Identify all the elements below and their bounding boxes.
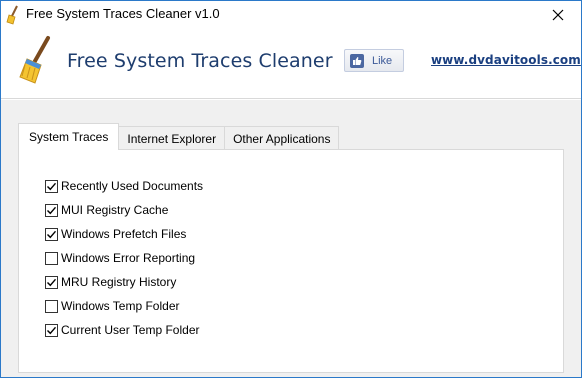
like-button[interactable]: Like xyxy=(344,49,404,72)
close-icon xyxy=(552,9,564,21)
main-area: System Traces Internet Explorer Other Ap… xyxy=(1,100,581,377)
option-label: Windows Temp Folder xyxy=(61,299,180,313)
app-window: Free System Traces Cleaner v1.0 Free Sys… xyxy=(0,0,582,378)
option-windows-prefetch-files[interactable]: Windows Prefetch Files xyxy=(45,226,186,242)
option-mui-registry-cache[interactable]: MUI Registry Cache xyxy=(45,202,168,218)
check-icon xyxy=(47,278,57,286)
tab-bar: System Traces Internet Explorer Other Ap… xyxy=(18,123,340,150)
checkbox[interactable] xyxy=(45,275,58,289)
check-icon xyxy=(47,206,57,214)
tab-system-traces[interactable]: System Traces xyxy=(18,123,120,150)
option-label: MUI Registry Cache xyxy=(61,203,169,217)
tab-other-applications[interactable]: Other Applications xyxy=(224,126,340,150)
app-header: Free System Traces Cleaner Like www.dvda… xyxy=(1,29,581,99)
broom-logo-icon xyxy=(17,35,53,85)
checkbox[interactable] xyxy=(45,323,58,337)
option-windows-error-reporting[interactable]: Windows Error Reporting xyxy=(45,250,195,266)
option-label: MRU Registry History xyxy=(61,275,177,289)
option-label: Current User Temp Folder xyxy=(61,323,200,337)
option-recently-used-documents[interactable]: Recently Used Documents xyxy=(45,178,203,194)
check-icon xyxy=(47,230,57,238)
close-button[interactable] xyxy=(535,1,581,29)
option-windows-temp-folder[interactable]: Windows Temp Folder xyxy=(45,298,180,314)
like-label: Like xyxy=(372,54,393,67)
tab-panel-system-traces: Recently Used Documents MUI Registry Cac… xyxy=(18,149,564,373)
check-icon xyxy=(47,182,57,190)
app-name-heading: Free System Traces Cleaner xyxy=(67,50,333,72)
option-mru-registry-history[interactable]: MRU Registry History xyxy=(45,274,176,290)
tab-internet-explorer[interactable]: Internet Explorer xyxy=(118,126,226,150)
check-icon xyxy=(47,326,57,334)
option-current-user-temp-folder[interactable]: Current User Temp Folder xyxy=(45,322,200,338)
option-label: Windows Error Reporting xyxy=(61,251,196,265)
tab-label: Internet Explorer xyxy=(127,131,217,146)
website-link[interactable]: www.dvdavitools.com xyxy=(431,53,581,67)
option-label: Windows Prefetch Files xyxy=(61,227,187,241)
broom-icon xyxy=(6,5,20,25)
checkbox[interactable] xyxy=(45,179,58,193)
checkbox[interactable] xyxy=(45,227,58,241)
thumbs-up-icon xyxy=(350,53,364,68)
checkbox[interactable] xyxy=(45,299,58,313)
option-label: Recently Used Documents xyxy=(61,179,204,193)
checkbox[interactable] xyxy=(45,251,58,265)
tab-label: Other Applications xyxy=(233,131,331,146)
window-title: Free System Traces Cleaner v1.0 xyxy=(26,6,220,21)
tab-label: System Traces xyxy=(29,130,109,144)
checkbox[interactable] xyxy=(45,203,58,217)
title-bar[interactable]: Free System Traces Cleaner v1.0 xyxy=(1,1,581,29)
